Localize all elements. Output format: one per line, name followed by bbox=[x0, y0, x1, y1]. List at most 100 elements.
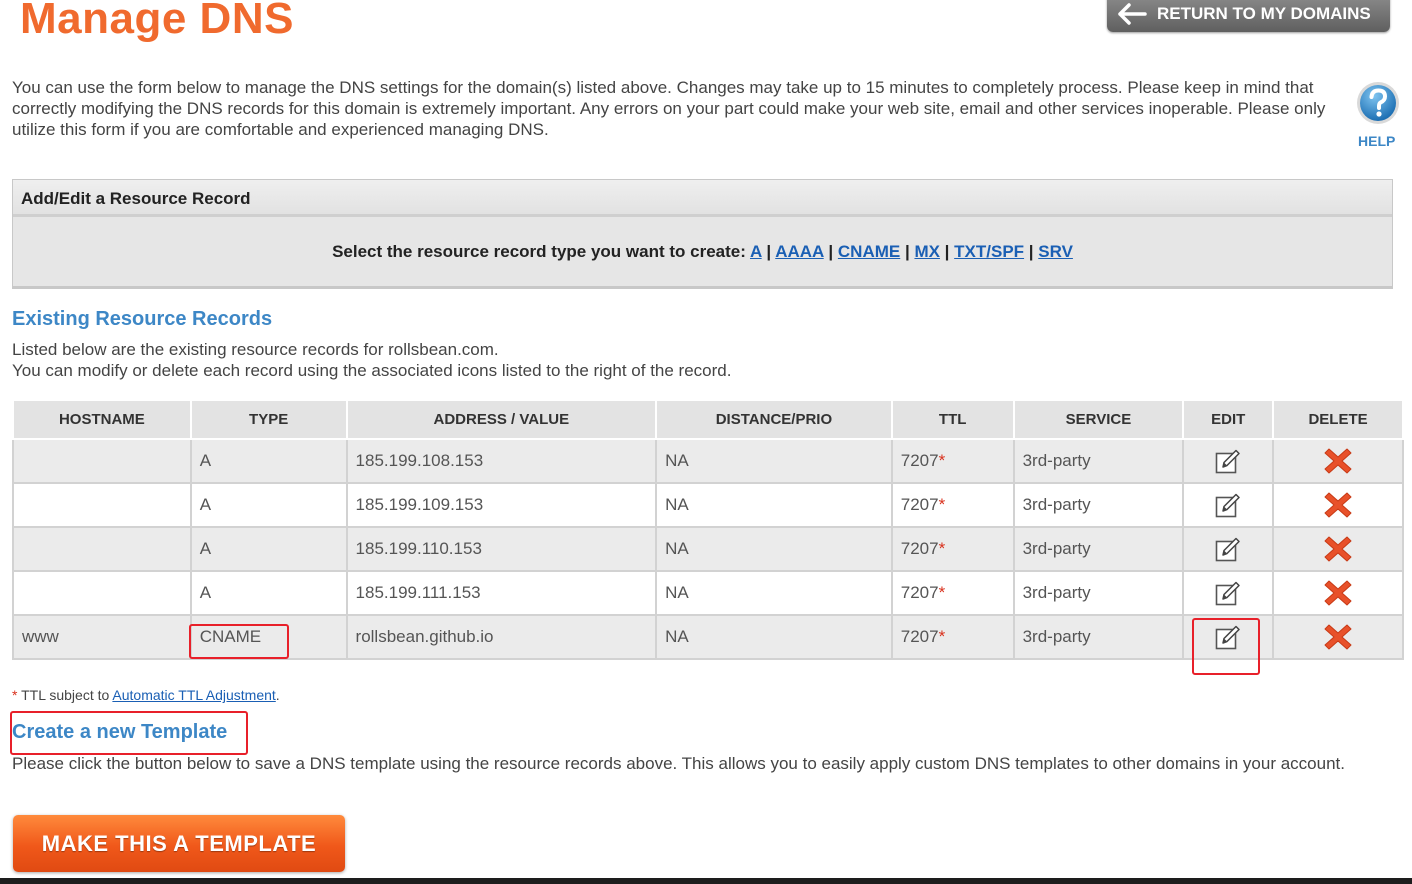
make-template-button[interactable]: MAKE THIS A TEMPLATE bbox=[13, 815, 345, 872]
cell-service: 3rd-party bbox=[1012, 438, 1185, 484]
return-button-label: RETURN TO MY DOMAINS bbox=[1157, 4, 1371, 23]
delete-icon[interactable] bbox=[1322, 621, 1354, 653]
table-row: A 185.199.108.153 NA 7207* 3rd-party bbox=[12, 438, 1404, 484]
table-row: A 185.199.111.153 NA 7207* 3rd-party bbox=[12, 570, 1404, 616]
cell-service: 3rd-party bbox=[1012, 482, 1185, 528]
highlight-box-edit bbox=[1192, 618, 1260, 675]
add-record-header: Add/Edit a Resource Record bbox=[13, 180, 1392, 217]
return-to-domains-button[interactable]: RETURN TO MY DOMAINS bbox=[1107, 0, 1390, 32]
cell-hostname bbox=[12, 570, 192, 616]
cell-delete bbox=[1272, 482, 1404, 528]
cell-ttl: 7207* bbox=[890, 614, 1015, 660]
edit-icon[interactable] bbox=[1214, 535, 1242, 563]
cell-edit bbox=[1182, 570, 1275, 616]
record-type-link-srv[interactable]: SRV bbox=[1038, 242, 1073, 261]
ttl-star: * bbox=[938, 627, 946, 646]
cell-delete bbox=[1272, 614, 1404, 660]
ttl-note-end: . bbox=[275, 687, 280, 703]
cell-delete bbox=[1272, 570, 1404, 616]
record-type-link-a[interactable]: A bbox=[750, 242, 762, 261]
ttl-star: * bbox=[938, 583, 946, 602]
highlight-box-cname bbox=[189, 624, 289, 659]
ttl-value: 7207 bbox=[900, 495, 939, 514]
ttl-value: 7207 bbox=[900, 583, 939, 602]
table-header-row: HOSTNAME TYPE ADDRESS / VALUE DISTANCE/P… bbox=[12, 399, 1404, 440]
ttl-value: 7207 bbox=[900, 627, 939, 646]
cell-prio: NA bbox=[655, 614, 893, 660]
delete-icon[interactable] bbox=[1322, 533, 1354, 565]
cell-service: 3rd-party bbox=[1012, 526, 1185, 572]
record-type-link-mx[interactable]: MX bbox=[914, 242, 940, 261]
existing-desc-line-1: Listed below are the existing resource r… bbox=[12, 340, 499, 359]
cell-prio: NA bbox=[655, 526, 893, 572]
ttl-value: 7207 bbox=[900, 539, 939, 558]
record-type-selector: Select the resource record type you want… bbox=[332, 242, 1073, 261]
template-desc: Please click the button below to save a … bbox=[12, 754, 1345, 773]
delete-icon[interactable] bbox=[1322, 577, 1354, 609]
cell-edit bbox=[1182, 482, 1275, 528]
ttl-note: * TTL subject to Automatic TTL Adjustmen… bbox=[12, 687, 280, 703]
cell-service: 3rd-party bbox=[1012, 614, 1185, 660]
highlight-box-template bbox=[10, 711, 248, 755]
ttl-star: * bbox=[938, 451, 946, 470]
cell-prio: NA bbox=[655, 482, 893, 528]
col-header-delete: DELETE bbox=[1272, 399, 1404, 440]
cell-delete bbox=[1272, 438, 1404, 484]
col-header-edit: EDIT bbox=[1182, 399, 1275, 440]
cell-hostname: www bbox=[12, 614, 192, 660]
cell-hostname bbox=[12, 526, 192, 572]
add-record-panel: Add/Edit a Resource Record Select the re… bbox=[12, 179, 1393, 289]
cell-ttl: 7207* bbox=[890, 526, 1015, 572]
cell-prio: NA bbox=[655, 570, 893, 616]
cell-type: A bbox=[189, 482, 348, 528]
cell-edit bbox=[1182, 526, 1275, 572]
edit-icon[interactable] bbox=[1214, 447, 1242, 475]
cell-value: 185.199.111.153 bbox=[345, 570, 658, 616]
ttl-note-text: TTL subject to bbox=[17, 687, 113, 703]
bottom-bar bbox=[0, 878, 1412, 884]
record-type-link-aaaa[interactable]: AAAA bbox=[775, 242, 823, 261]
cell-value: 185.199.110.153 bbox=[345, 526, 658, 572]
cell-type: A bbox=[189, 438, 348, 484]
cell-value: 185.199.108.153 bbox=[345, 438, 658, 484]
cell-value: 185.199.109.153 bbox=[345, 482, 658, 528]
table-row: A 185.199.110.153 NA 7207* 3rd-party bbox=[12, 526, 1404, 572]
cell-type: A bbox=[189, 526, 348, 572]
existing-records-title: Existing Resource Records bbox=[12, 308, 273, 330]
record-type-prompt: Select the resource record type you want… bbox=[332, 242, 746, 261]
record-type-link-cname[interactable]: CNAME bbox=[838, 242, 900, 261]
col-header-type: TYPE bbox=[189, 399, 348, 440]
arrow-left-icon bbox=[1118, 3, 1147, 25]
existing-desc-line-2: You can modify or delete each record usi… bbox=[12, 361, 732, 380]
cell-delete bbox=[1272, 526, 1404, 572]
cell-hostname bbox=[12, 482, 192, 528]
help-label[interactable]: HELP bbox=[1358, 133, 1395, 149]
page-title: Manage DNS bbox=[20, 0, 294, 43]
ttl-value: 7207 bbox=[900, 451, 939, 470]
cell-ttl: 7207* bbox=[890, 482, 1015, 528]
delete-icon[interactable] bbox=[1322, 489, 1354, 521]
col-header-address: ADDRESS / VALUE bbox=[345, 399, 658, 440]
cell-edit bbox=[1182, 438, 1275, 484]
record-type-link-txt-spf[interactable]: TXT/SPF bbox=[954, 242, 1024, 261]
cell-hostname bbox=[12, 438, 192, 484]
edit-icon[interactable] bbox=[1214, 491, 1242, 519]
delete-icon[interactable] bbox=[1322, 445, 1354, 477]
ttl-star: * bbox=[938, 495, 946, 514]
ttl-star: * bbox=[938, 539, 946, 558]
cell-ttl: 7207* bbox=[890, 570, 1015, 616]
col-header-service: SERVICE bbox=[1012, 399, 1185, 440]
col-header-distance-prio: DISTANCE/PRIO bbox=[655, 399, 893, 440]
edit-icon[interactable] bbox=[1214, 579, 1242, 607]
existing-records-desc: Listed below are the existing resource r… bbox=[12, 339, 731, 381]
cell-value: rollsbean.github.io bbox=[345, 614, 658, 660]
ttl-adjustment-link[interactable]: Automatic TTL Adjustment bbox=[112, 687, 275, 703]
intro-text: You can use the form below to manage the… bbox=[12, 78, 1326, 139]
cell-service: 3rd-party bbox=[1012, 570, 1185, 616]
cell-prio: NA bbox=[655, 438, 893, 484]
cell-type: A bbox=[189, 570, 348, 616]
col-header-ttl: TTL bbox=[890, 399, 1015, 440]
help-icon[interactable] bbox=[1355, 80, 1401, 126]
col-header-hostname: HOSTNAME bbox=[12, 399, 192, 440]
table-row: A 185.199.109.153 NA 7207* 3rd-party bbox=[12, 482, 1404, 528]
